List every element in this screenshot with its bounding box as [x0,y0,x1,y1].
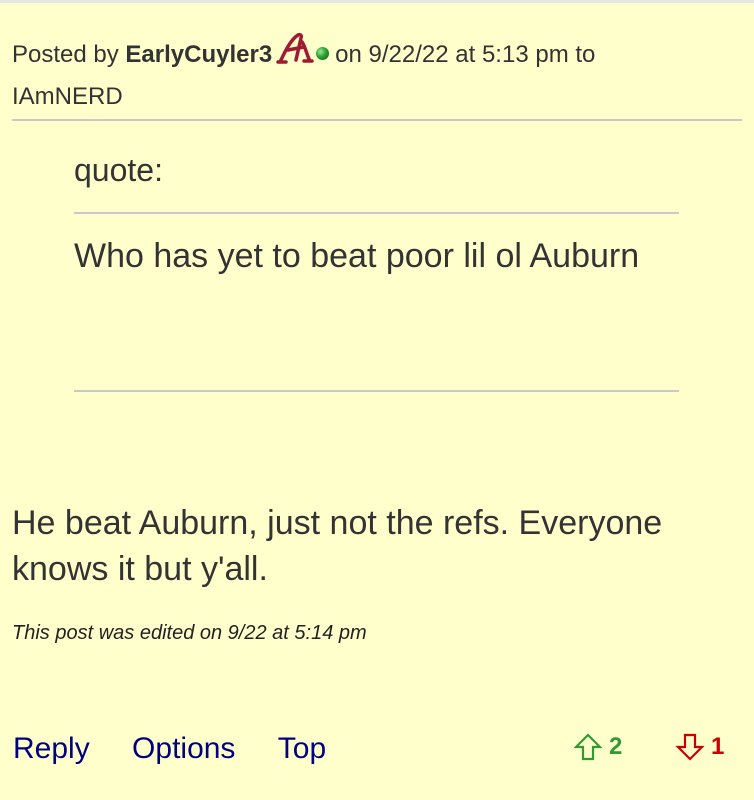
edit-note: This post was edited on 9/22 at 5:14 pm [12,622,367,644]
header-divider [12,119,742,121]
arrow-down-outline-icon [675,733,705,761]
reply-to-user[interactable]: IAmNERD [12,83,123,110]
top-link[interactable]: Top [278,732,326,766]
team-logo-icon [276,32,314,78]
posted-by-label: Posted by [12,41,119,68]
upvote-count: 2 [609,733,623,760]
arrow-up-outline-icon [573,733,603,761]
top-divider [0,0,754,3]
post-date: on 9/22/22 at 5:13 pm to [335,41,596,68]
options-link[interactable]: Options [132,732,235,766]
quote-label: quote: [74,152,163,188]
reply-link[interactable]: Reply [13,732,90,766]
online-status-icon [316,47,330,60]
upvote-button[interactable]: 2 [573,732,622,762]
post-header: Posted by EarlyCuyler3 on 9/22/22 at 5:1… [12,32,732,116]
downvote-count: 1 [711,733,725,760]
quote-divider-top [74,212,679,214]
quote-divider-bottom [74,390,679,392]
quote-text: Who has yet to beat poor lil ol Auburn [74,237,640,275]
downvote-button[interactable]: 1 [675,732,724,762]
author-name[interactable]: EarlyCuyler3 [125,41,272,68]
post-actions: Reply Options Top [13,732,360,766]
quote-block: quote: Who has yet to beat poor lil ol A… [74,150,679,392]
post-body: He beat Auburn, just not the refs. Every… [12,504,663,588]
